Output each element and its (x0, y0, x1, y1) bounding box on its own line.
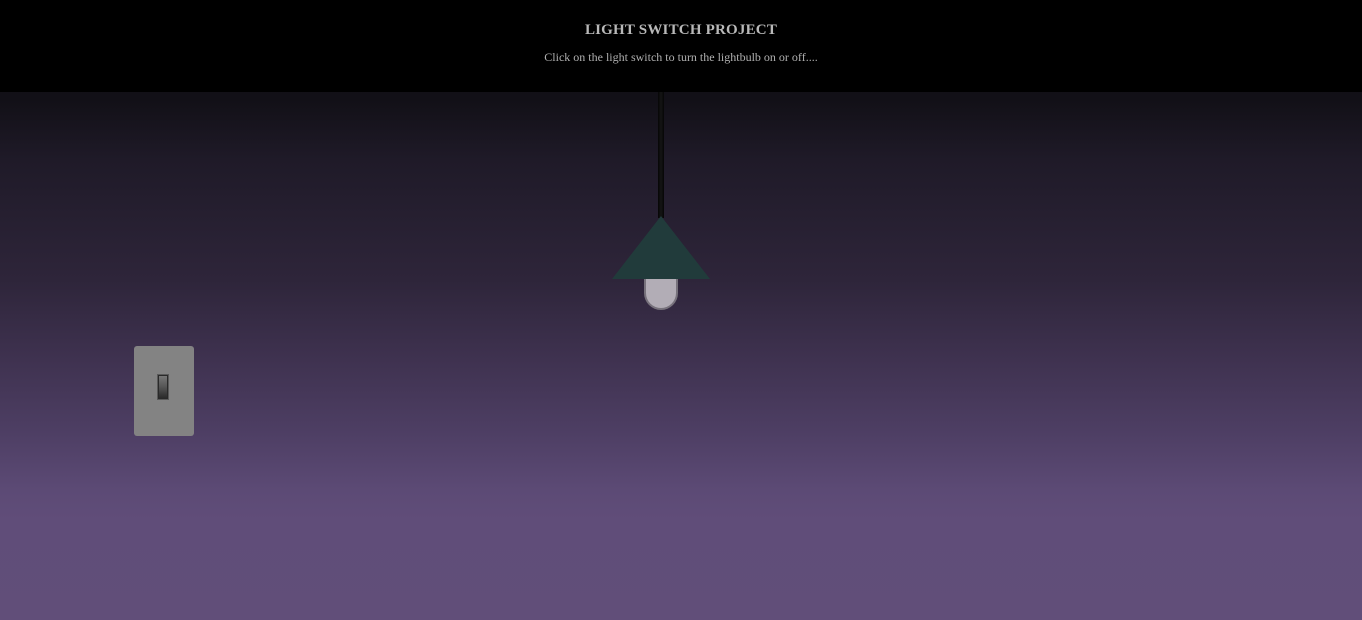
page-header: LIGHT SWITCH PROJECT Click on the light … (0, 0, 1362, 92)
lamp-cord (658, 92, 664, 218)
light-switch-toggle[interactable] (159, 376, 167, 398)
page-title: LIGHT SWITCH PROJECT (584, 22, 778, 38)
page-instructions: Click on the light switch to turn the li… (544, 50, 818, 64)
lightbulb-icon (644, 279, 678, 310)
light-switch[interactable] (134, 346, 194, 436)
lamp-shade (612, 216, 710, 279)
light-switch-slot (157, 374, 169, 400)
